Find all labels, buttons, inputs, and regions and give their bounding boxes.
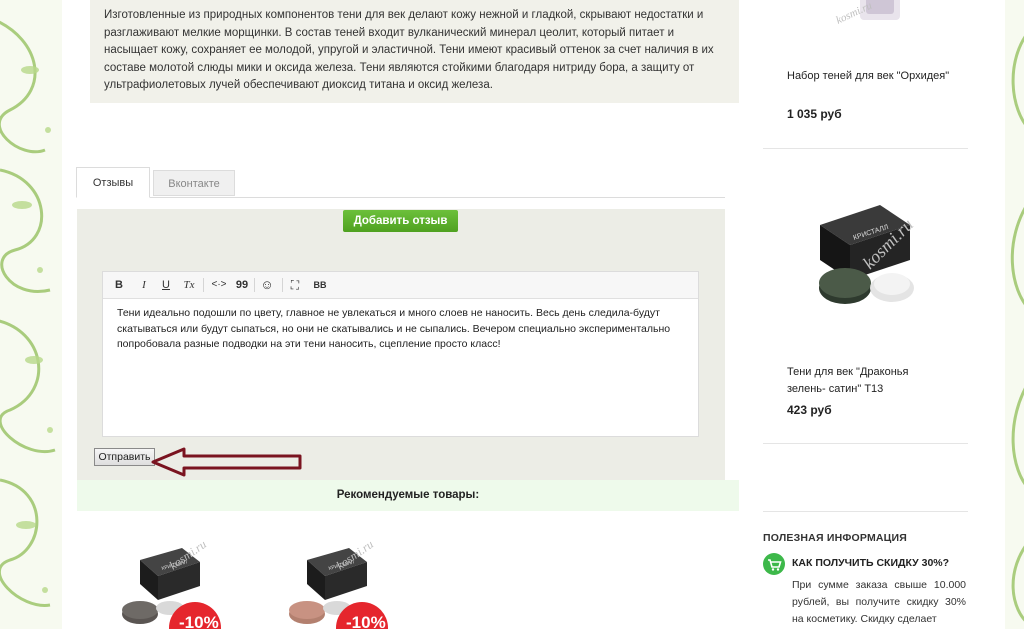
product-image-orchid-set[interactable]: kosmi.ru — [830, 0, 920, 30]
side-product-name[interactable]: Тени для век "Драконья зелень- сатин" Т1… — [787, 364, 937, 398]
review-text-input[interactable]: Тени идеально подошли по цвету, главное … — [117, 306, 687, 353]
toolbar-separator — [282, 278, 283, 292]
divider — [763, 443, 968, 444]
toolbar-separator — [254, 278, 255, 292]
recommended-product-1[interactable]: КРИСТАЛЛ -10% kosmi.ru — [115, 537, 235, 634]
bbcode-button[interactable]: BB — [312, 277, 328, 293]
italic-button[interactable]: I — [138, 277, 150, 293]
divider — [763, 148, 968, 149]
bold-button[interactable]: B — [113, 277, 125, 293]
product-image-dragon-green[interactable]: КРИСТАЛЛ kosmi.ru — [800, 180, 935, 330]
underline-button[interactable]: U — [160, 277, 172, 293]
side-product-price: 423 руб — [787, 403, 832, 417]
add-review-button[interactable]: Добавить отзыв — [343, 210, 458, 232]
review-editor: B I U Tx <·> 99 ☺ ⛶ BB Тени идеально под… — [102, 271, 699, 437]
recommended-product-2[interactable]: КРИСТАЛЛ -10% kosmi.ru — [282, 537, 402, 634]
side-product-name[interactable]: Набор теней для век "Орхидея" — [787, 68, 957, 85]
quote-button[interactable]: 99 — [235, 277, 249, 293]
useful-info-heading: ПОЛЕЗНАЯ ИНФОРМАЦИЯ — [763, 532, 908, 544]
product-description: Изготовленные из природных компонентов т… — [104, 9, 714, 91]
side-product-price: 1 035 руб — [787, 107, 842, 121]
cart-icon — [763, 553, 785, 575]
clear-format-button[interactable]: Tx — [182, 277, 196, 293]
recommended-products-heading: Рекомендуемые товары: — [77, 480, 739, 511]
discount-info-text: При сумме заказа свыше 10.000 рублей, вы… — [792, 579, 966, 625]
review-tabs: Отзывы Вконтакте — [76, 167, 725, 198]
decorative-swirl-left — [0, 0, 62, 629]
divider — [763, 511, 968, 512]
discount-badge: -10% — [179, 613, 219, 629]
discount-badge: -10% — [346, 613, 386, 629]
tab-reviews[interactable]: Отзывы — [76, 167, 150, 198]
submit-review-button[interactable]: Отправить — [94, 448, 155, 466]
code-button[interactable]: <·> — [209, 277, 229, 293]
arrow-annotation — [151, 447, 302, 477]
discount-info-title[interactable]: КАК ПОЛУЧИТЬ СКИДКУ 30%? — [792, 557, 949, 569]
maximize-icon[interactable]: ⛶ — [288, 277, 302, 293]
toolbar-separator — [203, 278, 204, 292]
tab-vkontakte[interactable]: Вконтакте — [153, 170, 235, 196]
smiley-icon[interactable]: ☺ — [258, 277, 276, 293]
decorative-swirl-right — [1005, 0, 1024, 629]
editor-toolbar: B I U Tx <·> 99 ☺ ⛶ BB — [103, 272, 698, 299]
